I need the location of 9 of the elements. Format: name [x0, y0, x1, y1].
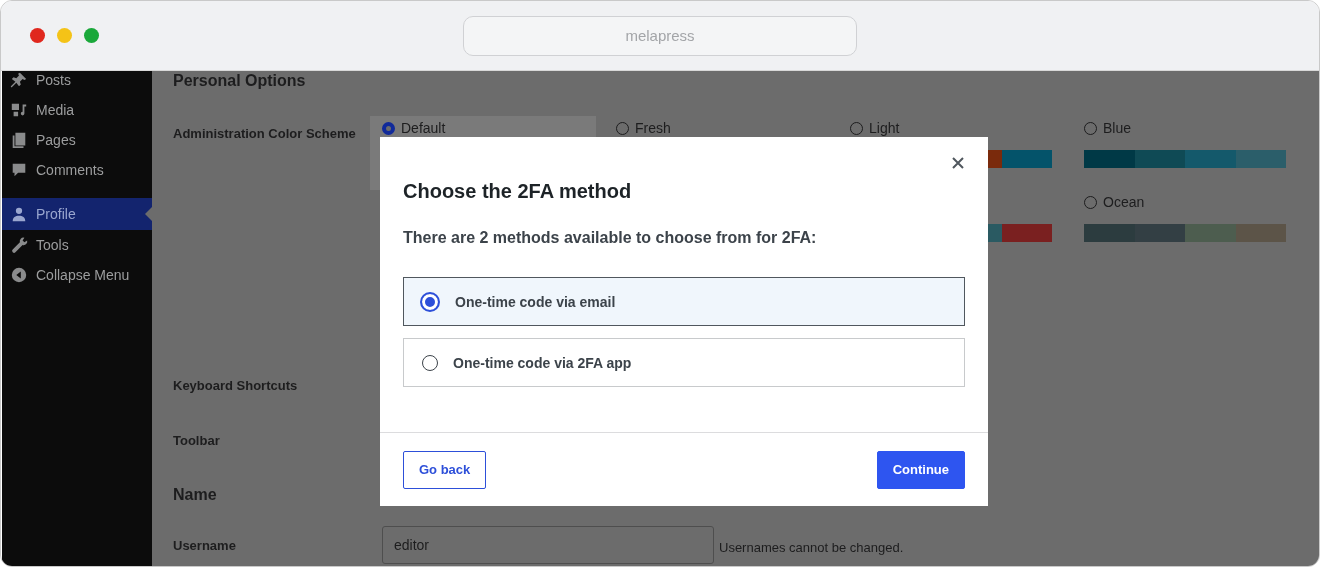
- section-heading: Personal Options: [173, 72, 307, 91]
- dialog-text: There are 2 methods available to choose from for 2FA:: [403, 229, 818, 247]
- field-description: Usernames cannot be changed.: [719, 540, 904, 555]
- section-heading: Name: [173, 486, 218, 505]
- field-label: Toolbar: [173, 433, 221, 450]
- field-label: Username: [173, 537, 237, 553]
- field-label: Keyboard Shortcuts: [173, 378, 299, 395]
- dialog-title: Choose the 2FA method: [403, 180, 633, 203]
- field-label: Administration Color Scheme: [173, 125, 357, 143]
